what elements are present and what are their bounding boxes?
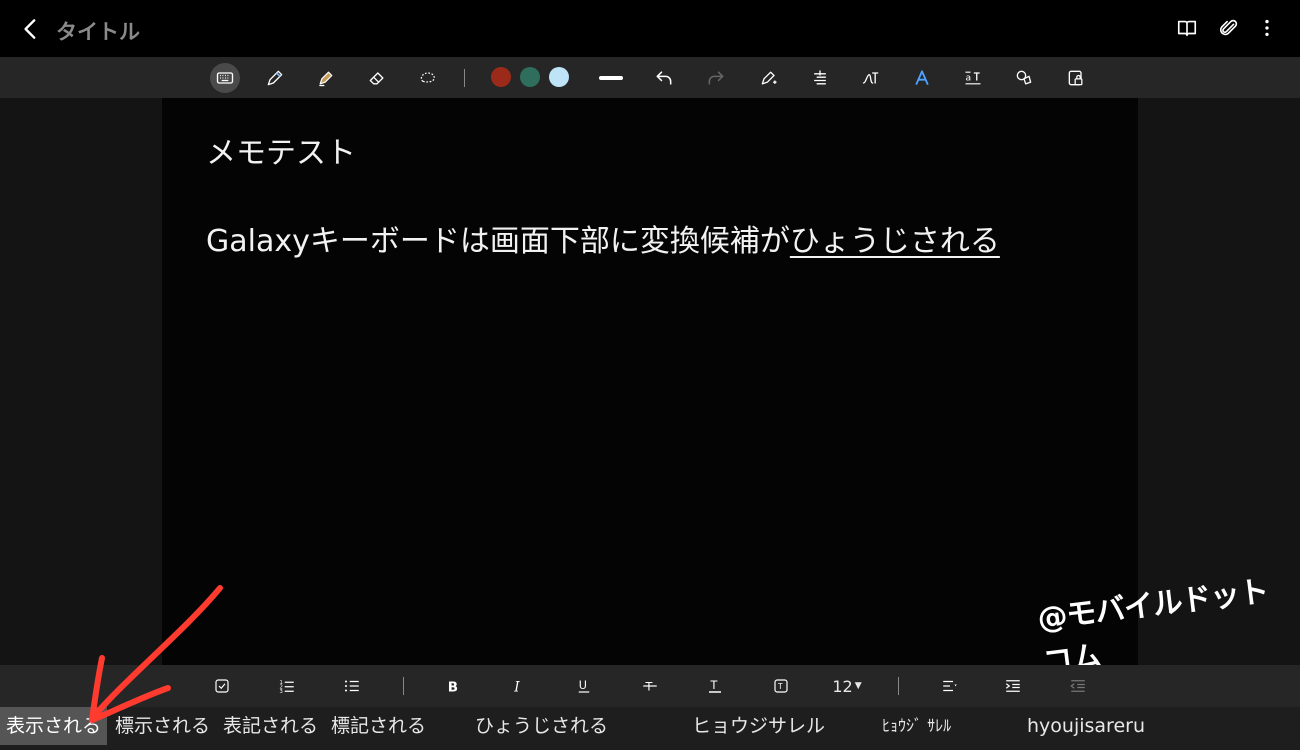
title-bar: タイトル xyxy=(0,0,1300,57)
note-canvas[interactable]: メモテスト Galaxyキーボードは画面下部に変換候補がひょうじされる xyxy=(162,98,1138,665)
stroke-thickness[interactable] xyxy=(599,76,623,80)
candidate-item[interactable]: 標示される xyxy=(115,707,210,745)
note-title-text[interactable]: メモテスト xyxy=(206,128,356,172)
checkbox-icon[interactable] xyxy=(210,675,234,697)
candidate-item[interactable]: 標記される xyxy=(331,707,426,745)
bold-icon[interactable]: B xyxy=(441,675,465,697)
color-swatch-light-blue[interactable] xyxy=(549,67,569,87)
text-box-icon[interactable]: T xyxy=(769,675,793,697)
svg-text:U: U xyxy=(579,679,587,692)
more-icon[interactable] xyxy=(1256,17,1278,39)
svg-text:a: a xyxy=(966,73,972,84)
note-body-text[interactable]: Galaxyキーボードは画面下部に変換候補がひょうじされる xyxy=(206,216,1000,260)
svg-text:B: B xyxy=(448,679,458,695)
lock-icon[interactable] xyxy=(1063,65,1089,91)
candidate-item[interactable]: ﾋｮｳｼﾞ ｻﾚﾙ xyxy=(882,707,951,745)
candidate-item[interactable]: 表記される xyxy=(223,707,318,745)
candidate-item[interactable]: hyoujisareru xyxy=(1027,707,1145,745)
composing-text: ひょうじされる xyxy=(789,224,1000,259)
format-divider xyxy=(403,677,404,695)
svg-text:T: T xyxy=(777,682,783,691)
text-color-icon[interactable]: T xyxy=(703,675,727,697)
undo-icon[interactable] xyxy=(651,65,677,91)
candidate-item[interactable]: 表示される xyxy=(0,707,108,745)
pen-settings-icon[interactable] xyxy=(756,65,782,91)
handwriting-icon[interactable] xyxy=(858,65,884,91)
numbered-list-icon[interactable]: 123 xyxy=(275,675,299,697)
svg-text:3: 3 xyxy=(280,689,283,695)
format-divider-2 xyxy=(898,677,899,695)
pen-icon[interactable] xyxy=(262,65,288,91)
color-swatch-red[interactable] xyxy=(491,67,511,87)
font-size-value: 12 xyxy=(832,676,853,696)
eraser-icon[interactable] xyxy=(364,65,390,91)
committed-text: Galaxyキーボードは画面下部に変換候補が xyxy=(206,224,790,259)
pen-toolbar: a xyxy=(0,57,1300,98)
svg-text:I: I xyxy=(513,679,520,695)
left-margin xyxy=(0,98,162,665)
svg-text:T: T xyxy=(710,679,718,692)
candidate-item[interactable]: ひょうじされる xyxy=(475,707,608,745)
indent-icon[interactable] xyxy=(1001,675,1025,697)
text-size-icon[interactable]: a xyxy=(960,65,986,91)
toolbar-divider xyxy=(464,69,465,87)
bullet-list-icon[interactable] xyxy=(340,675,364,697)
conversion-candidates-bar: 表示される 標示される 表記される 標記される ひょうじされる ヒョウジサレル … xyxy=(0,707,1300,750)
keyboard-icon[interactable] xyxy=(210,63,240,93)
highlighter-icon[interactable] xyxy=(313,65,339,91)
straighten-icon[interactable] xyxy=(807,65,833,91)
note-title-header[interactable]: タイトル xyxy=(56,16,140,46)
attach-icon[interactable] xyxy=(1218,17,1240,39)
redo-icon[interactable] xyxy=(703,65,729,91)
align-icon[interactable] xyxy=(935,675,965,697)
svg-text:T: T xyxy=(645,681,653,694)
strikethrough-icon[interactable]: T xyxy=(638,675,662,697)
color-swatch-green[interactable] xyxy=(520,67,540,87)
chevron-down-icon: ▼ xyxy=(854,681,862,691)
text-style-icon[interactable] xyxy=(909,65,935,91)
font-size-dropdown[interactable]: 12 ▼ xyxy=(830,675,864,697)
underline-icon[interactable]: U xyxy=(572,675,596,697)
lasso-icon[interactable] xyxy=(415,65,441,91)
format-toolbar: 123 B I U T T T 12 ▼ xyxy=(0,665,1300,707)
candidate-item[interactable]: ヒョウジサレル xyxy=(692,707,825,745)
book-icon[interactable] xyxy=(1176,17,1198,39)
shapes-icon[interactable] xyxy=(1011,65,1037,91)
outdent-icon[interactable] xyxy=(1066,675,1090,697)
italic-icon[interactable]: I xyxy=(506,675,530,697)
back-icon[interactable] xyxy=(18,16,44,42)
